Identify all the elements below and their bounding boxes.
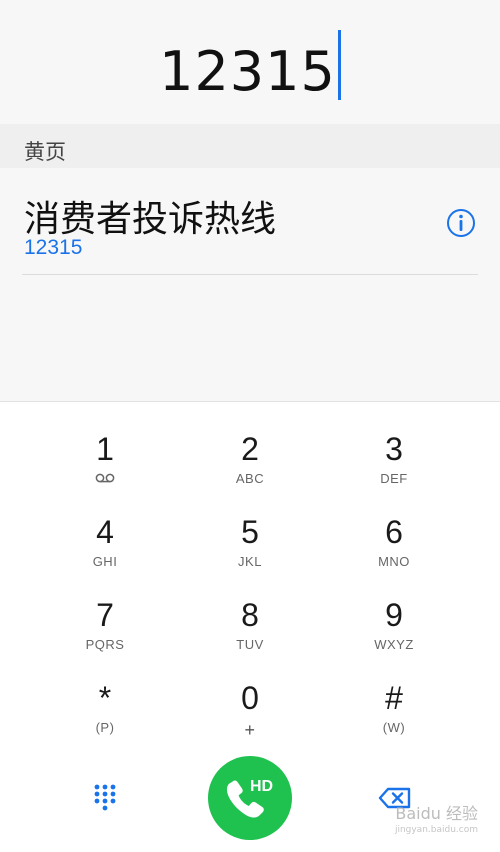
call-button[interactable]: HD bbox=[208, 756, 292, 840]
key-4[interactable]: 4 GHI bbox=[45, 508, 165, 584]
key-letters: DEF bbox=[380, 471, 408, 486]
info-icon[interactable] bbox=[446, 208, 476, 238]
key-digit: * bbox=[98, 680, 112, 716]
key-3[interactable]: 3 DEF bbox=[334, 425, 454, 501]
key-letters: PQRS bbox=[85, 637, 125, 652]
key-1[interactable]: 1 bbox=[45, 425, 165, 501]
key-letters: + bbox=[244, 720, 256, 740]
key-digit: 1 bbox=[96, 431, 114, 467]
dialed-number: 12315 bbox=[159, 40, 336, 103]
hd-badge: HD bbox=[250, 778, 274, 795]
key-digit: 8 bbox=[241, 597, 259, 633]
key-letters: JKL bbox=[238, 554, 262, 569]
key-8[interactable]: 8 TUV bbox=[190, 591, 310, 667]
key-2[interactable]: 2 ABC bbox=[190, 425, 310, 501]
key-hash[interactable]: # (W) bbox=[334, 674, 454, 750]
key-7[interactable]: 7 PQRS bbox=[45, 591, 165, 667]
search-result-item[interactable]: 消费者投诉热线 12315 bbox=[0, 168, 500, 276]
number-display[interactable]: 12315 bbox=[0, 0, 500, 114]
key-digit: 9 bbox=[385, 597, 403, 633]
voicemail-icon bbox=[95, 473, 115, 483]
result-name: 消费者投诉热线 bbox=[24, 199, 277, 240]
key-letters: MNO bbox=[378, 554, 410, 569]
yellow-pages-header: 黄页 bbox=[0, 124, 500, 168]
dialed-number-field[interactable]: 12315 bbox=[0, 30, 500, 102]
divider bbox=[22, 274, 478, 275]
key-star[interactable]: * (P) bbox=[45, 674, 165, 750]
key-5[interactable]: 5 JKL bbox=[190, 508, 310, 584]
key-digit: # bbox=[385, 680, 403, 716]
watermark-url: jingyan.baidu.com bbox=[394, 825, 478, 835]
key-digit: 0 bbox=[241, 680, 259, 716]
key-letters: TUV bbox=[236, 637, 264, 652]
key-digit: 5 bbox=[241, 514, 259, 550]
result-number: 12315 bbox=[24, 236, 83, 259]
key-0[interactable]: 0 + bbox=[190, 674, 310, 750]
key-6[interactable]: 6 MNO bbox=[334, 508, 454, 584]
key-digit: 4 bbox=[96, 514, 114, 550]
key-letters: ABC bbox=[235, 471, 265, 486]
key-letters: GHI bbox=[92, 554, 118, 569]
phone-icon bbox=[226, 780, 264, 818]
key-letters: WXYZ bbox=[374, 637, 414, 652]
text-caret bbox=[337, 30, 341, 100]
key-9[interactable]: 9 WXYZ bbox=[334, 591, 454, 667]
key-digit: 7 bbox=[96, 597, 114, 633]
key-letters: (W) bbox=[382, 720, 406, 735]
key-digit: 2 bbox=[241, 431, 259, 467]
dialpad-icon[interactable] bbox=[90, 782, 120, 812]
section-title: 黄页 bbox=[24, 140, 66, 164]
key-letters: (P) bbox=[95, 720, 115, 735]
key-digit: 3 bbox=[385, 431, 403, 467]
watermark-logo: Baidu 经验 bbox=[395, 804, 478, 823]
key-digit: 6 bbox=[385, 514, 403, 550]
watermark: Baidu 经验 jingyan.baidu.com bbox=[395, 800, 478, 835]
